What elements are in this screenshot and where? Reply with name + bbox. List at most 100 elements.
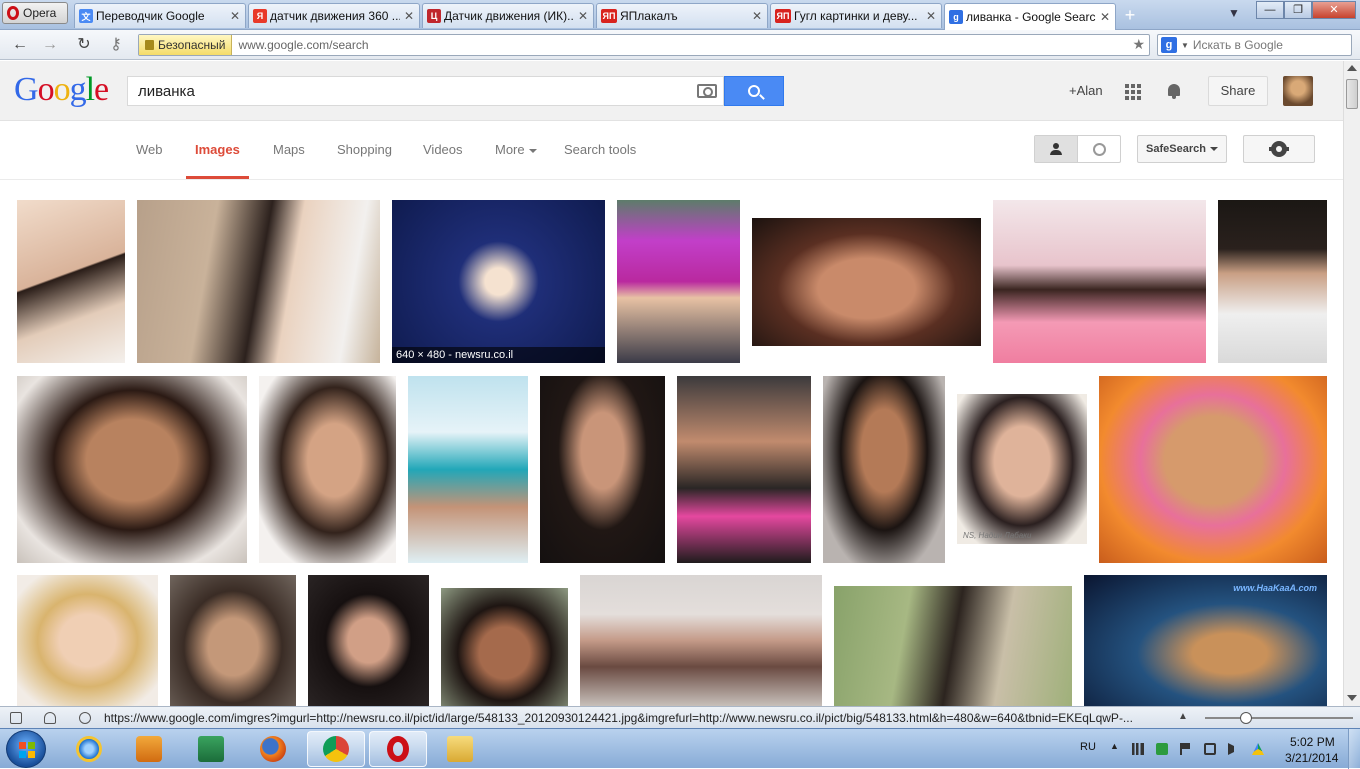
clock-time[interactable]: 5:02 PM — [1290, 735, 1335, 749]
close-icon[interactable]: ✕ — [1099, 10, 1111, 24]
scroll-up-arrow-icon[interactable] — [1347, 65, 1357, 71]
image-result[interactable] — [540, 376, 665, 563]
close-icon[interactable]: ✕ — [925, 9, 937, 23]
share-button[interactable]: Share — [1208, 76, 1268, 106]
image-result[interactable] — [408, 376, 528, 563]
sync-icon[interactable] — [1156, 743, 1168, 755]
tab-yaplakal[interactable]: ЯП ЯПлакалъ ✕ — [596, 3, 768, 28]
browser-search-box[interactable]: g ▼ Искать в Google — [1157, 34, 1352, 56]
image-result[interactable] — [993, 200, 1206, 363]
plus-user-link[interactable]: +Alan — [1069, 83, 1103, 98]
firefox-icon[interactable] — [244, 731, 302, 767]
reload-icon[interactable]: ↻ — [74, 35, 94, 55]
tab-videos[interactable]: Videos — [423, 142, 463, 157]
close-icon[interactable]: ✕ — [577, 9, 589, 23]
opera-menu-button[interactable]: Opera — [2, 2, 68, 24]
start-button[interactable] — [6, 730, 46, 768]
image-result[interactable] — [17, 200, 125, 363]
zoom-slider-handle[interactable] — [1240, 712, 1252, 724]
chevron-down-icon[interactable]: ▼ — [1181, 41, 1189, 50]
image-result[interactable] — [259, 376, 396, 563]
tab-web[interactable]: Web — [136, 142, 163, 157]
image-result[interactable] — [617, 200, 740, 363]
show-desktop-button[interactable] — [1348, 729, 1360, 769]
tab-shopping[interactable]: Shopping — [337, 142, 392, 157]
image-result[interactable] — [17, 575, 158, 706]
camera-icon[interactable] — [697, 84, 717, 98]
chevron-down-icon[interactable]: ▼ — [1228, 6, 1240, 20]
excel-icon[interactable] — [182, 731, 240, 767]
search-input[interactable]: ливанка — [127, 76, 724, 106]
image-result[interactable] — [17, 376, 247, 563]
clock-date[interactable]: 3/21/2014 — [1285, 751, 1338, 765]
restore-button[interactable]: ❐ — [1284, 1, 1312, 19]
secure-badge[interactable]: Безопасный — [139, 35, 233, 55]
hide-personal-results-button[interactable] — [1078, 136, 1120, 162]
tab-images[interactable]: Images — [195, 142, 240, 157]
action-center-flag-icon[interactable] — [1180, 743, 1190, 755]
tab-more[interactable]: More — [495, 142, 537, 157]
file-explorer-icon[interactable] — [431, 731, 489, 767]
show-hidden-icons-icon[interactable]: ▲ — [1110, 741, 1122, 753]
google-drive-icon[interactable] — [1252, 743, 1264, 755]
speedometer-icon[interactable] — [79, 712, 91, 724]
key-icon[interactable]: ⚷ — [106, 35, 126, 55]
cloud-icon[interactable] — [44, 712, 56, 724]
image-result[interactable] — [1099, 376, 1327, 563]
safesearch-button[interactable]: SafeSearch — [1137, 135, 1227, 163]
zoom-menu-icon[interactable]: ▲ — [1178, 711, 1188, 722]
avatar[interactable] — [1283, 76, 1313, 106]
image-result[interactable]: www.HaaKaaA.com — [1084, 575, 1327, 706]
scroll-down-arrow-icon[interactable] — [1347, 695, 1357, 701]
close-icon[interactable]: ✕ — [403, 9, 415, 23]
back-arrow-icon[interactable]: ← — [10, 35, 30, 55]
volume-icon[interactable] — [1228, 743, 1236, 755]
page-scrollbar[interactable] — [1343, 61, 1360, 706]
image-result[interactable]: 640 × 480 - newsru.co.il — [392, 200, 605, 363]
panel-toggle-icon[interactable] — [10, 712, 22, 724]
image-result[interactable] — [834, 586, 1072, 706]
close-icon[interactable]: ✕ — [751, 9, 763, 23]
tab-motion-sensor-shop[interactable]: Ц Датчик движения (ИК)... ✕ — [422, 3, 594, 28]
search-query[interactable]: ливанка — [138, 83, 697, 100]
zoom-slider[interactable] — [1205, 717, 1353, 719]
bell-icon[interactable] — [1166, 82, 1182, 100]
internet-explorer-icon[interactable] — [60, 731, 118, 767]
close-window-button[interactable]: ✕ — [1312, 1, 1356, 19]
google-logo[interactable]: Google — [14, 71, 109, 109]
tab-search-tools[interactable]: Search tools — [564, 142, 636, 157]
opera-icon[interactable] — [369, 731, 427, 767]
image-result[interactable] — [677, 376, 811, 563]
tab-google-search[interactable]: g ливанка - Google Search ✕ — [944, 3, 1116, 30]
new-tab-button[interactable]: + — [1120, 5, 1140, 25]
image-result[interactable] — [752, 218, 981, 346]
image-result[interactable] — [137, 200, 380, 363]
chrome-icon[interactable] — [307, 731, 365, 767]
bookmark-star-icon[interactable]: ★ — [1132, 36, 1145, 53]
image-result[interactable] — [1218, 200, 1327, 363]
image-result[interactable] — [170, 575, 296, 706]
google-icon[interactable]: g — [1161, 37, 1177, 53]
tab-google-images-thread[interactable]: ЯП Гугл картинки и деву... ✕ — [770, 3, 942, 28]
image-result[interactable] — [823, 376, 945, 563]
keyboard-language[interactable]: RU — [1080, 741, 1096, 753]
personal-results-button[interactable] — [1035, 136, 1078, 162]
image-result[interactable] — [580, 575, 822, 706]
search-button[interactable] — [724, 76, 784, 106]
tab-google-translate[interactable]: 文 Переводчик Google ✕ — [74, 3, 246, 28]
image-result[interactable] — [308, 575, 429, 706]
tab-maps[interactable]: Maps — [273, 142, 305, 157]
minimize-button[interactable]: — — [1256, 1, 1284, 19]
network-icon[interactable] — [1132, 743, 1144, 755]
settings-button[interactable] — [1243, 135, 1315, 163]
address-bar[interactable]: Безопасный www.google.com/search ★ — [138, 34, 1150, 56]
forward-arrow-icon[interactable]: → — [40, 35, 60, 55]
url-text[interactable]: www.google.com/search — [238, 38, 368, 52]
close-icon[interactable]: ✕ — [229, 9, 241, 23]
scrollbar-thumb[interactable] — [1346, 79, 1358, 109]
image-result[interactable]: NS, Надин Лабаки — [957, 394, 1087, 544]
tab-yandex-motion-sensor[interactable]: Я датчик движения 360 ... ✕ — [248, 3, 420, 28]
device-icon[interactable] — [1204, 743, 1216, 755]
image-result[interactable] — [441, 588, 568, 706]
apps-grid-icon[interactable] — [1125, 84, 1141, 100]
